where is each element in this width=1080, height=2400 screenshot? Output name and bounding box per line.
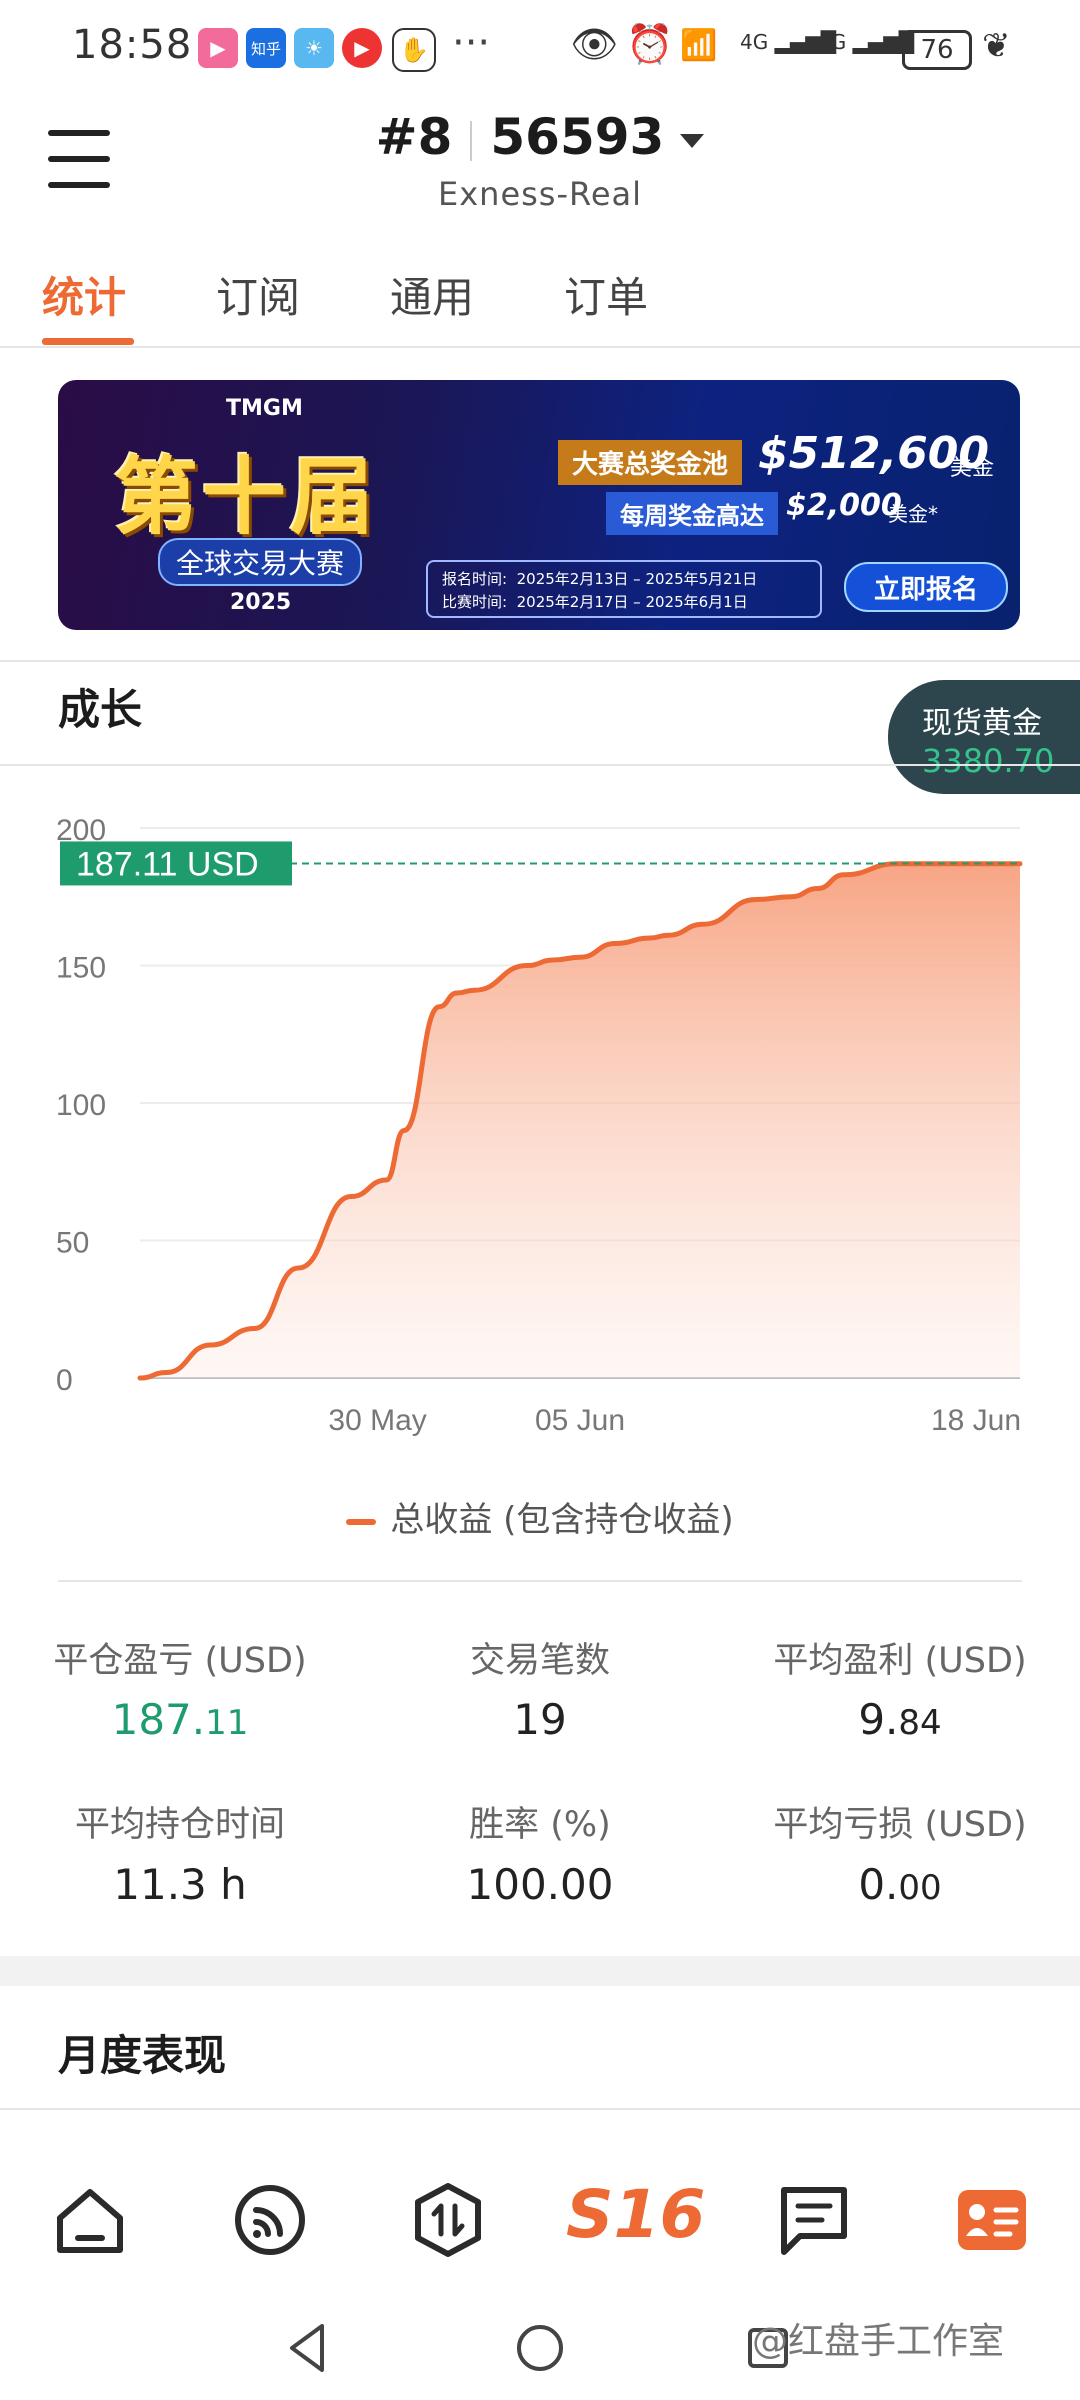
stat-value-avg-profit: 9.84 (858, 1695, 942, 1744)
section-separator (0, 1956, 1080, 1986)
growth-area (140, 863, 1020, 1378)
stat-value-win-rate: 100.00 (466, 1860, 614, 1909)
x-tick-label: 30 May (328, 1404, 426, 1437)
stat-value-avg-loss: 0.00 (858, 1860, 942, 1909)
y-tick-label: 50 (56, 1227, 89, 1260)
eye-icon: 👁 (570, 22, 619, 66)
banner-brand: TMGM (226, 396, 303, 421)
growth-chart: 050100150200 187.11 USD 30 May 05 Jun 18 J… (56, 814, 1023, 1437)
y-tick-label: 100 (56, 1089, 106, 1122)
messages-icon[interactable] (774, 2180, 854, 2260)
account-number: #8 (375, 108, 453, 166)
stat-label-closed-pnl: 平仓盈亏 (USD) (53, 1641, 307, 1681)
tabs-divider (0, 346, 1080, 348)
home-gesture-icon[interactable] (514, 2322, 566, 2374)
back-icon[interactable] (282, 2320, 332, 2376)
active-tab-indicator (42, 338, 134, 345)
banner-subtitle: 全球交易大赛 (158, 538, 363, 586)
banner-pool-label: 大赛总奖金池 (558, 440, 743, 485)
status-time: 18:58 (72, 22, 193, 68)
x-tick-label: 05 Jun (535, 1404, 625, 1437)
trade-icon[interactable] (408, 2180, 488, 2260)
gold-ticker[interactable]: 现货黄金 3380.70 (888, 680, 1080, 794)
monthly-divider (0, 2108, 1080, 2110)
banner-title: 第十届 (114, 448, 379, 546)
y-tick-label: 0 (56, 1364, 73, 1397)
banner-weekly-label: 每周奖金高达 (606, 492, 778, 535)
stat-label-win-rate: 胜率 (%) (469, 1805, 611, 1845)
tab-orders[interactable]: 订单 (564, 264, 648, 325)
banner-pool-unit: 美金 (950, 456, 995, 481)
wifi-icon: 📶 (680, 28, 718, 63)
monthly-title: 月度表现 (58, 2031, 227, 2080)
chart-legend[interactable]: 总收益 (包含持仓收益) (0, 1492, 1080, 1541)
banner-weekly-unit: 美金* (888, 502, 938, 526)
home-icon[interactable] (50, 2180, 130, 2260)
profile-icon[interactable] (952, 2180, 1032, 2260)
server-name: Exness-Real (438, 175, 642, 213)
more-notifications-icon: ··· (452, 20, 491, 66)
legend-divider (58, 1580, 1022, 1582)
weather-icon: ☀ (294, 28, 334, 68)
s16-logo[interactable]: S16 (566, 2176, 705, 2266)
growth-title: 成长 (58, 685, 143, 734)
banner-divider (0, 660, 1080, 662)
banner-dates: 报名时间: 2025年2月13日 – 2025年5月21日 比赛时间: 2025… (426, 560, 822, 618)
stat-value-trade-count: 19 (513, 1695, 567, 1744)
stat-label-avg-loss: 平均亏损 (USD) (773, 1805, 1027, 1845)
tab-subscribe[interactable]: 订阅 (216, 264, 300, 325)
legend-swatch (346, 1518, 377, 1525)
feed-icon[interactable] (230, 2180, 310, 2260)
tab-general[interactable]: 通用 (390, 264, 474, 325)
account-id: 56593 (490, 108, 665, 166)
current-value-label: 187.11 USD (76, 845, 259, 883)
y-tick-label: 150 (56, 952, 106, 985)
leaf-icon: ❦ (982, 26, 1011, 66)
growth-divider (0, 764, 1080, 766)
stat-label-avg-hold-time: 平均持仓时间 (74, 1805, 285, 1845)
stat-label-avg-profit: 平均盈利 (USD) (773, 1641, 1027, 1681)
promo-banner[interactable]: TMGM 第十届 全球交易大赛 2025 大赛总奖金池 $512,600 美金 … (58, 380, 1020, 630)
signal-2-icon: 4G ▂▄▆█ (818, 30, 915, 54)
banner-register-button[interactable]: 立即报名 (844, 562, 1008, 612)
account-selector[interactable]: #8 56593 (0, 108, 1080, 166)
tab-statistics[interactable]: 统计 (42, 264, 126, 325)
gold-ticker-label: 现货黄金 (922, 706, 1042, 741)
zhihu-icon: 知乎 (246, 28, 286, 68)
x-tick-label: 18 Jun (931, 1404, 1021, 1437)
battery-icon: 76 (902, 30, 972, 70)
hand-icon: ✋ (392, 28, 436, 72)
stat-label-trade-count: 交易笔数 (469, 1641, 610, 1681)
legend-label: 总收益 (包含持仓收益) (390, 1500, 734, 1540)
caret-down-icon (680, 133, 705, 148)
banner-weekly-amount: $2,000 (786, 488, 902, 523)
alarm-icon: ⏰ (626, 22, 674, 66)
music-icon: ▶ (342, 28, 382, 68)
x-axis-ticks: 30 May 05 Jun 18 Jun (328, 1404, 1021, 1437)
status-bar: 18:58 ▶ 知乎 ☀ ▶ ✋ ··· 👁 ⏰ 📶 4G ▂▄▆█ 4G ▂▄… (0, 0, 1080, 100)
bilibili-icon: ▶ (198, 28, 238, 68)
y-axis-ticks: 050100150200 (56, 814, 106, 1397)
stat-value-avg-hold-time: 11.3 h (113, 1860, 247, 1909)
watermark: @红盘手工作室 (752, 2321, 1005, 2362)
banner-year: 2025 (230, 590, 292, 615)
gold-ticker-value: 3380.70 (922, 742, 1055, 780)
stat-value-closed-pnl: 187.11 (111, 1695, 249, 1744)
